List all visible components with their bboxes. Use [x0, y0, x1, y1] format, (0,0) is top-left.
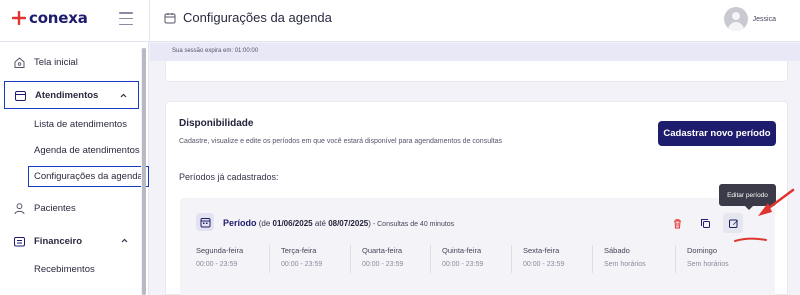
sidebar: Tela inicial Atendimentos Lista de atend…	[0, 42, 149, 295]
header-divider	[149, 0, 150, 42]
availability-title: Disponibilidade	[179, 118, 254, 129]
session-expiry-text: Sua sessão expira em: 01:00:00	[172, 48, 259, 54]
period-card: Período (de 01/06/2025 até 08/07/2025) -…	[180, 198, 775, 295]
day-name: Quinta-feira	[442, 246, 482, 255]
edit-period-button[interactable]	[723, 213, 743, 233]
day-monday: Segunda-feira 00:00 - 23:59	[196, 246, 276, 276]
sidebar-scrollbar[interactable]	[142, 48, 146, 295]
period-summary: Período (de 01/06/2025 até 08/07/2025) -…	[223, 218, 454, 228]
day-divider	[511, 245, 512, 273]
day-name: Segunda-feira	[196, 246, 244, 255]
availability-description: Cadastre, visualize e edite os períodos …	[179, 138, 502, 145]
sidebar-item-atendimentos[interactable]: Atendimentos	[4, 81, 139, 109]
chevron-up-icon[interactable]	[120, 236, 129, 245]
day-name: Terça-feira	[281, 246, 317, 255]
sidebar-item-label: Atendimentos	[35, 89, 99, 101]
user-menu[interactable]: Jessica	[723, 7, 776, 31]
period-consult-duration: - Consultas de 40 minutos	[370, 221, 455, 228]
day-hours: Sem horários	[687, 261, 729, 268]
previous-card	[165, 61, 788, 82]
sidebar-item-label: Tela inicial	[34, 56, 78, 68]
calendar-icon	[196, 213, 214, 231]
day-divider	[269, 245, 270, 273]
day-divider	[350, 245, 351, 273]
sidebar-subitem-lista-atendimentos[interactable]: Lista de atendimentos	[34, 119, 127, 130]
day-hours: 00:00 - 23:59	[442, 261, 484, 268]
day-name: Domingo	[687, 246, 718, 255]
chevron-up-icon[interactable]	[119, 91, 128, 100]
avatar[interactable]	[723, 7, 748, 31]
top-bar: conexa Configurações da agenda Jessica	[0, 0, 800, 42]
user-icon	[14, 202, 25, 214]
day-hours: 00:00 - 23:59	[523, 261, 565, 268]
day-friday: Sexta-feira 00:00 - 23:59	[523, 246, 603, 276]
logo-text: conexa	[29, 9, 88, 27]
period-end-date: 08/07/2025	[328, 219, 369, 228]
edit-icon	[728, 219, 738, 228]
day-name: Sexta-feira	[523, 246, 560, 255]
day-sunday: Domingo Sem horários	[687, 246, 767, 276]
sidebar-item-pacientes[interactable]: Pacientes	[4, 194, 139, 222]
day-tuesday: Terça-feira 00:00 - 23:59	[281, 246, 361, 276]
period-label: Período	[223, 218, 257, 228]
sidebar-item-financeiro[interactable]: Financeiro	[4, 227, 139, 255]
edit-tooltip: Editar período	[719, 184, 776, 210]
day-hours: 00:00 - 23:59	[281, 261, 323, 268]
user-name: Jessica	[752, 15, 776, 23]
period-start-date: 01/06/2025	[272, 219, 313, 228]
sidebar-subitem-agenda-atendimentos[interactable]: Agenda de atendimentos	[34, 145, 140, 156]
trash-icon	[673, 218, 681, 228]
session-bar: Sua sessão expira em: 01:00:00	[150, 43, 800, 61]
availability-card: Disponibilidade Cadastre, visualize e ed…	[165, 101, 788, 295]
period-ate: até	[314, 219, 326, 228]
page-title: Configurações da agenda	[183, 10, 332, 25]
sidebar-item-tela-inicial[interactable]: Tela inicial	[4, 48, 139, 76]
add-period-button[interactable]: Cadastrar novo período	[658, 121, 776, 146]
day-hours: Sem horários	[604, 261, 646, 268]
day-divider	[430, 245, 431, 273]
sidebar-subitem-recebimentos[interactable]: Recebimentos	[34, 264, 95, 275]
calendar-icon	[15, 90, 26, 101]
period-de: (de	[258, 219, 271, 228]
home-icon	[14, 56, 25, 68]
logo[interactable]: conexa	[12, 9, 88, 27]
delete-period-button[interactable]	[667, 213, 687, 233]
day-divider	[592, 245, 593, 273]
day-divider	[675, 245, 676, 273]
wallet-icon	[14, 236, 25, 246]
periods-label: Períodos já cadastrados:	[179, 172, 279, 182]
sidebar-item-label: Pacientes	[34, 202, 76, 214]
conexa-logo-icon	[12, 11, 26, 25]
day-thursday: Quinta-feira 00:00 - 23:59	[442, 246, 522, 276]
calendar-icon	[164, 12, 176, 23]
day-saturday: Sábado Sem horários	[604, 246, 684, 276]
day-name: Sábado	[604, 246, 630, 255]
day-hours: 00:00 - 23:59	[196, 261, 238, 268]
duplicate-period-button[interactable]	[695, 213, 715, 233]
copy-icon	[700, 218, 710, 228]
menu-toggle-icon[interactable]	[119, 12, 133, 25]
sidebar-subitem-configuracoes-agenda[interactable]: Configurações da agenda	[28, 166, 149, 187]
page-header: Configurações da agenda	[164, 10, 332, 25]
sidebar-item-label: Financeiro	[34, 235, 83, 247]
